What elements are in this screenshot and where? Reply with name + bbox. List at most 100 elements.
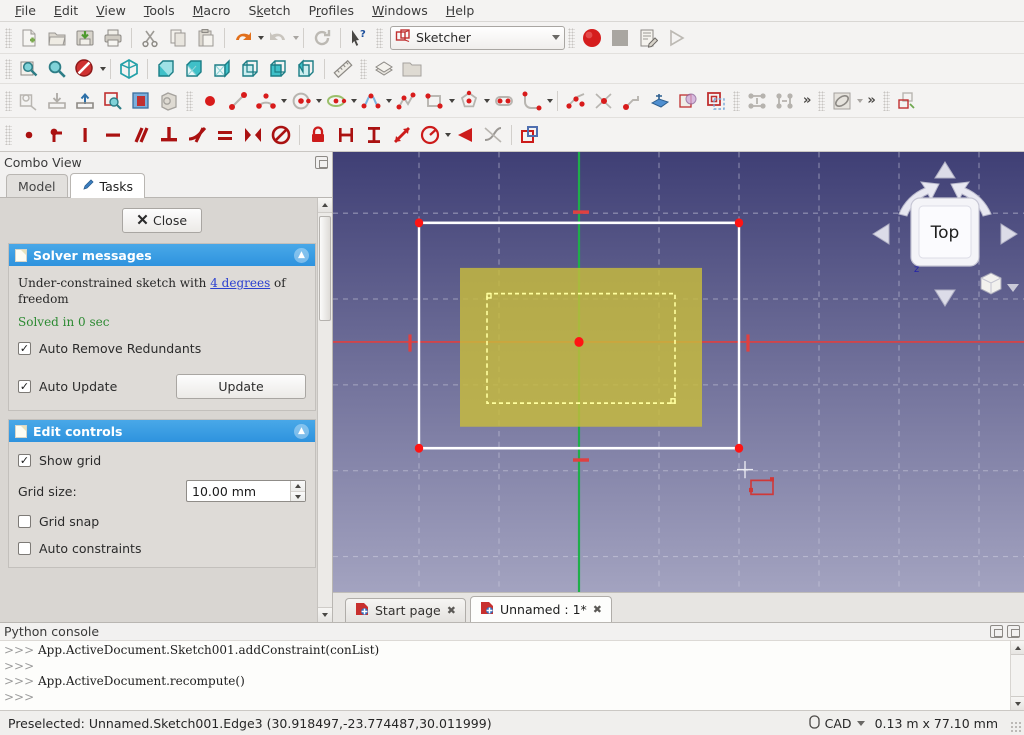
document-tab-start-page[interactable]: Start page ✖: [345, 598, 466, 622]
grid-size-spin-buttons[interactable]: [290, 481, 305, 502]
toolbar-grip[interactable]: [376, 27, 383, 48]
navigation-cube[interactable]: Top z: [865, 154, 1024, 314]
view-section-icon[interactable]: [127, 88, 155, 114]
vertex-point[interactable]: [734, 443, 744, 453]
chevron-down-icon[interactable]: [552, 35, 560, 40]
external-geometry-icon[interactable]: [618, 88, 646, 114]
constrain-block-icon[interactable]: [267, 122, 295, 148]
spin-up-icon[interactable]: [291, 481, 305, 492]
sketcher-overflow-chevron[interactable]: »: [799, 93, 815, 108]
workbench-folder-icon[interactable]: [398, 56, 426, 82]
create-slot-icon[interactable]: [490, 88, 518, 114]
tab-model[interactable]: Model: [6, 174, 68, 197]
view-sketch-icon[interactable]: [99, 88, 127, 114]
whats-this-icon[interactable]: ?: [345, 25, 373, 51]
fillet-dropdown-caret[interactable]: [547, 98, 553, 103]
toolbar-grip[interactable]: [360, 58, 367, 79]
save-document-icon[interactable]: [71, 25, 99, 51]
scroll-up-icon[interactable]: [318, 198, 332, 213]
undo-icon[interactable]: [229, 25, 257, 51]
menu-windows[interactable]: Windows: [363, 1, 437, 20]
show-grid-checkbox[interactable]: ✓: [18, 454, 31, 468]
toolbar-grip[interactable]: [733, 90, 740, 111]
spin-down-icon[interactable]: [291, 491, 305, 502]
constrain-lock-icon[interactable]: [304, 122, 332, 148]
rectangular-array-icon[interactable]: [771, 88, 799, 114]
constrain-vertical-distance-icon[interactable]: [360, 122, 388, 148]
vertex-point[interactable]: [414, 443, 424, 453]
redo-dropdown-caret[interactable]: [293, 35, 299, 40]
scroll-up-icon[interactable]: [1011, 641, 1024, 655]
constrain-angle-icon[interactable]: [451, 122, 479, 148]
close-icon[interactable]: ✖: [593, 603, 602, 616]
create-arc-icon[interactable]: [252, 88, 280, 114]
macro-record-icon[interactable]: [578, 25, 606, 51]
menu-sketch[interactable]: Sketch: [239, 1, 299, 20]
appearance-icon[interactable]: [370, 56, 398, 82]
sketch-face[interactable]: [460, 267, 702, 427]
float-panel-icon[interactable]: [990, 625, 1003, 638]
toolbar-grip[interactable]: [882, 90, 890, 111]
fit-all-icon[interactable]: [43, 56, 71, 82]
isometric-view-icon[interactable]: [115, 56, 143, 82]
constrain-parallel-icon[interactable]: [127, 122, 155, 148]
auto-remove-redundants-checkbox[interactable]: ✓: [18, 342, 31, 356]
collapse-icon[interactable]: ▲: [294, 247, 309, 263]
constrain-symmetric-icon[interactable]: [239, 122, 267, 148]
close-icon[interactable]: ✖: [447, 604, 456, 617]
toolbar-overflow-chevron[interactable]: »: [863, 93, 879, 108]
paste-icon[interactable]: [192, 25, 220, 51]
constrain-point-on-object-icon[interactable]: [43, 122, 71, 148]
float-panel-icon[interactable]: [315, 155, 328, 169]
copy-icon[interactable]: [164, 25, 192, 51]
menu-file[interactable]: File: [6, 1, 45, 20]
left-view-icon[interactable]: [292, 56, 320, 82]
clone-icon[interactable]: [743, 88, 771, 114]
toggle-driving-constraint-icon[interactable]: [516, 122, 544, 148]
python-console-scrollbar[interactable]: [1010, 641, 1024, 710]
constrain-distance-icon[interactable]: [388, 122, 416, 148]
bottom-view-icon[interactable]: [264, 56, 292, 82]
fit-selection-icon[interactable]: [15, 56, 43, 82]
rear-view-icon[interactable]: [236, 56, 264, 82]
macro-edit-icon[interactable]: [634, 25, 662, 51]
toolbar-grip[interactable]: [5, 27, 12, 48]
toolbar-grip[interactable]: [5, 124, 12, 145]
constrain-horizontal-icon[interactable]: [99, 122, 127, 148]
tab-tasks[interactable]: Tasks: [69, 173, 146, 198]
constrain-vertical-icon[interactable]: [71, 122, 99, 148]
3d-viewport[interactable]: (30.9,-23.6) Top: [333, 152, 1024, 592]
create-regular-polygon-icon[interactable]: [455, 88, 483, 114]
create-circle-icon[interactable]: [287, 88, 315, 114]
menu-help[interactable]: Help: [437, 1, 484, 20]
constrain-tangent-icon[interactable]: [183, 122, 211, 148]
leave-sketch-icon[interactable]: [71, 88, 99, 114]
grid-size-input[interactable]: [187, 483, 290, 499]
solver-messages-header[interactable]: Solver messages ▲: [9, 244, 315, 266]
print-icon[interactable]: [99, 25, 127, 51]
macro-execute-icon[interactable]: [662, 25, 690, 51]
create-polyline-icon[interactable]: [392, 88, 420, 114]
grid-size-stepper[interactable]: [186, 480, 306, 503]
workbench-selector[interactable]: Sketcher: [390, 25, 565, 50]
menu-profiles[interactable]: Profiles: [300, 1, 363, 20]
close-panel-icon[interactable]: [1007, 625, 1020, 638]
open-document-icon[interactable]: [43, 25, 71, 51]
draw-style-icon[interactable]: [71, 56, 99, 82]
new-sketch-icon[interactable]: [15, 88, 43, 114]
menu-tools[interactable]: Tools: [135, 1, 184, 20]
degrees-of-freedom-link[interactable]: 4 degrees: [210, 276, 270, 290]
origin-point[interactable]: [574, 337, 584, 347]
scroll-down-icon[interactable]: [1011, 696, 1024, 710]
tasks-scrollbar[interactable]: [317, 198, 332, 622]
constrain-perpendicular-icon[interactable]: [155, 122, 183, 148]
create-rectangle-icon[interactable]: [420, 88, 448, 114]
create-conic-icon[interactable]: [322, 88, 350, 114]
extend-edge-icon[interactable]: [590, 88, 618, 114]
menu-macro[interactable]: Macro: [184, 1, 240, 20]
toolbar-grip[interactable]: [5, 58, 12, 79]
macro-stop-icon[interactable]: [606, 25, 634, 51]
auto-update-checkbox[interactable]: ✓: [18, 380, 31, 394]
toggle-construction-icon[interactable]: [646, 88, 674, 114]
right-view-icon[interactable]: [208, 56, 236, 82]
